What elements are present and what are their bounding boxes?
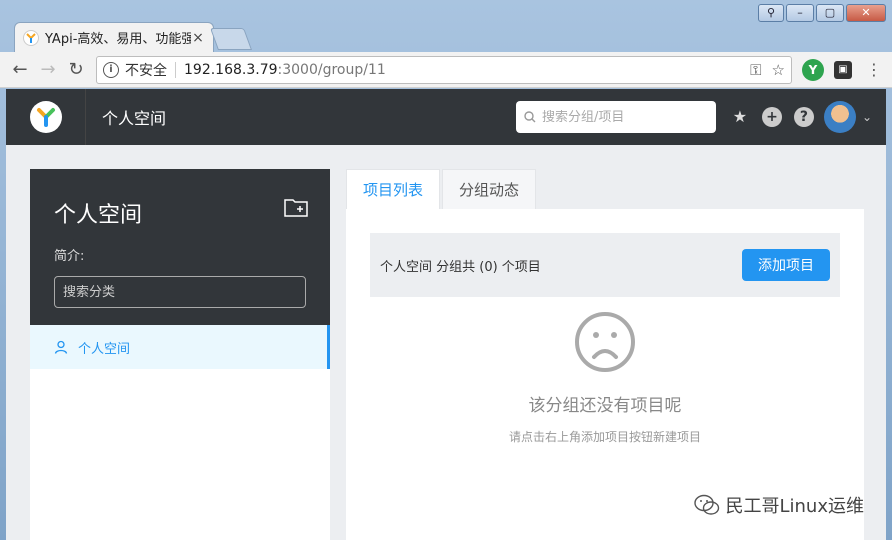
extension-y-icon[interactable]: Y — [802, 58, 824, 81]
maximize-button[interactable]: ▢ — [816, 4, 844, 22]
extension-icon[interactable]: ▣ — [834, 60, 852, 79]
empty-title: 该分组还没有项目呢 — [528, 396, 682, 416]
tab-group-activity[interactable]: 分组动态 — [442, 169, 537, 209]
tab-project-list[interactable]: 项目列表 — [346, 169, 441, 209]
browser-tab[interactable]: YApi-高效、易用、功能强 × — [14, 22, 214, 52]
info-icon[interactable]: i — [103, 61, 119, 78]
sidebar-header: 个人空间 简介: — [30, 169, 330, 325]
group-sidebar: 个人空间 简介: 个人空间 — [30, 169, 330, 540]
header-search[interactable] — [515, 101, 716, 133]
sidebar-item-label: 个人空间 — [78, 341, 131, 357]
help-icon[interactable]: ? — [793, 107, 814, 127]
forward-icon[interactable]: → — [34, 56, 62, 84]
group-intro-label: 简介: — [54, 249, 85, 264]
tab-title: YApi-高效、易用、功能强 — [45, 32, 191, 47]
user-icon — [54, 340, 68, 354]
url-host: 192.168.3.79 — [184, 61, 278, 78]
add-folder-icon[interactable] — [284, 197, 308, 217]
app-body: 个人空间 简介: 个人空间 项目列表 分组动态 个人空间 — [6, 145, 886, 540]
address-bar[interactable]: i 不安全 192.168.3.79:3000/group/11 ⚿ ☆ — [96, 55, 792, 84]
url-path: :3000/group/11 — [277, 61, 386, 78]
browser-toolbar: ← → ↻ i 不安全 192.168.3.79:3000/group/11 ⚿… — [0, 52, 892, 88]
reload-icon[interactable]: ↻ — [62, 56, 90, 84]
category-search[interactable] — [54, 276, 306, 308]
key-icon[interactable]: ⚿ — [750, 61, 761, 79]
tab-strip: YApi-高效、易用、功能强 × ⚲ – ▢ ✕ — [0, 0, 892, 52]
project-list-panel: 个人空间 分组共 (0) 个项目 添加项目 该分组还没有项目呢 请点击右上角添加… — [346, 209, 864, 540]
watermark: 民工哥Linux运维 — [693, 492, 865, 518]
chevron-down-icon[interactable]: ⌄ — [862, 110, 872, 124]
sad-face-icon — [575, 312, 635, 372]
header-icons: ★ + ? — [730, 107, 814, 127]
sidebar-item-personal-space[interactable]: 个人空间 — [30, 325, 330, 369]
new-tab-button[interactable] — [209, 28, 253, 50]
search-input[interactable] — [541, 109, 702, 125]
omnibox-actions: ⚿ ☆ — [750, 61, 785, 79]
category-search-input[interactable] — [63, 284, 297, 300]
window-close-button[interactable]: ✕ — [846, 4, 886, 22]
project-count-text: 个人空间 分组共 (0) 个项目 — [380, 259, 541, 275]
omnibox-divider — [175, 61, 176, 78]
window-controls: ⚲ – ▢ ✕ — [758, 4, 886, 22]
insecure-label: 不安全 — [125, 62, 167, 79]
content-tabs: 项目列表 分组动态 — [346, 169, 864, 209]
back-icon[interactable]: ← — [6, 56, 34, 84]
search-icon — [524, 111, 536, 123]
profile-icon[interactable]: ⚲ — [758, 4, 784, 22]
watermark-text: 民工哥Linux运维 — [725, 496, 865, 517]
star-icon[interactable]: ★ — [730, 107, 750, 127]
empty-state: 该分组还没有项目呢 请点击右上角添加项目按钮新建项目 — [370, 311, 840, 445]
empty-hint: 请点击右上角添加项目按钮新建项目 — [508, 430, 701, 444]
menu-icon[interactable]: ⋮ — [866, 60, 882, 79]
logo-area[interactable] — [6, 89, 86, 145]
yapi-favicon-icon — [23, 29, 39, 46]
add-icon[interactable]: + — [761, 107, 782, 127]
avatar[interactable] — [823, 101, 856, 133]
bookmark-star-icon[interactable]: ☆ — [772, 61, 785, 79]
yapi-logo-icon — [29, 101, 62, 133]
app-header: 个人空间 ★ + ? ⌄ — [6, 89, 886, 145]
wechat-icon — [693, 494, 719, 515]
minimize-button[interactable]: – — [786, 4, 814, 22]
add-project-button[interactable]: 添加项目 — [742, 249, 830, 281]
tab-close-icon[interactable]: × — [191, 30, 205, 46]
group-name: 个人空间 — [54, 203, 143, 228]
page-title: 个人空间 — [102, 109, 167, 128]
project-summary-bar: 个人空间 分组共 (0) 个项目 添加项目 — [370, 233, 840, 297]
main-content: 项目列表 分组动态 个人空间 分组共 (0) 个项目 添加项目 该分组还没有项目… — [346, 169, 864, 540]
